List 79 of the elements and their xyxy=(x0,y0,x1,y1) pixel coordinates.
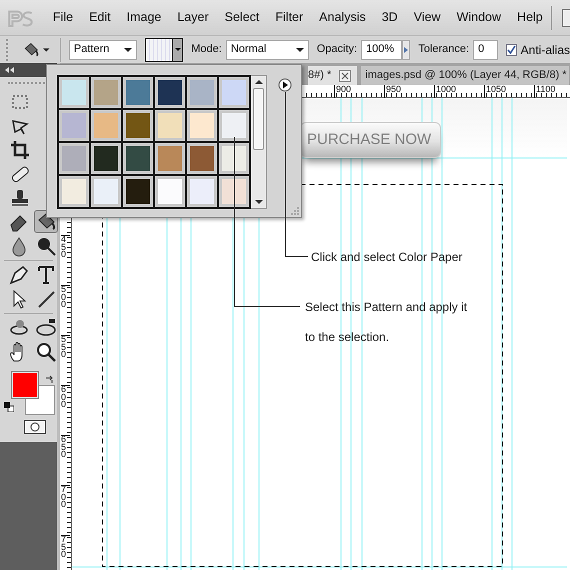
background-color-swatch[interactable] xyxy=(25,385,55,415)
pattern-swatch[interactable] xyxy=(155,77,185,108)
collapse-icon xyxy=(4,67,14,73)
pattern-swatch[interactable] xyxy=(59,143,89,174)
pattern-swatch[interactable] xyxy=(187,143,217,174)
ruler-label: 650 xyxy=(61,435,70,459)
ruler-label: 450 xyxy=(61,235,70,259)
pattern-swatch[interactable] xyxy=(187,176,217,207)
opacity-field[interactable]: 100% xyxy=(361,40,402,60)
annotation-text: Click and select Color Paper xyxy=(311,249,462,266)
pattern-swatch[interactable] xyxy=(187,77,217,108)
caret-icon xyxy=(43,48,50,52)
document-tab[interactable]: images.psd @ 100% (Layer 44, RGB/8) * xyxy=(361,66,569,85)
opacity-label: Opacity: xyxy=(316,42,358,58)
pattern-swatch[interactable] xyxy=(155,143,185,174)
pattern-swatch[interactable] xyxy=(59,110,89,141)
menu-item[interactable]: Window xyxy=(448,8,510,27)
menu-item[interactable]: Analysis xyxy=(311,8,374,27)
tolerance-field[interactable]: 0 xyxy=(473,40,498,60)
pattern-swatch[interactable] xyxy=(219,110,249,141)
menu-item[interactable]: 3D xyxy=(374,8,406,27)
ruler-label: 600 xyxy=(61,385,70,409)
ruler-label: 500 xyxy=(61,285,70,309)
menu-item[interactable]: Select xyxy=(216,8,268,27)
mode-label: Mode: xyxy=(191,42,222,58)
menu-item[interactable]: Image xyxy=(118,8,170,27)
caret-icon xyxy=(296,48,304,52)
annotation-text: Select this Pattern and apply it xyxy=(305,299,468,316)
caret-icon xyxy=(124,48,132,52)
circle-icon xyxy=(30,422,40,432)
menu-item[interactable]: Layer xyxy=(169,8,217,27)
menu-item[interactable]: File xyxy=(44,8,82,27)
menu-item[interactable]: Help xyxy=(509,8,551,27)
pattern-swatch[interactable] xyxy=(219,77,249,108)
pattern-swatch[interactable] xyxy=(123,176,153,207)
pattern-swatch[interactable] xyxy=(219,143,249,174)
menu-item[interactable]: Filter xyxy=(267,8,312,27)
menu-item[interactable]: View xyxy=(406,8,449,27)
menu-item[interactable]: Edit xyxy=(81,8,119,27)
close-icon[interactable] xyxy=(339,70,352,82)
pattern-swatch[interactable] xyxy=(123,110,153,141)
pattern-swatch[interactable] xyxy=(91,77,121,108)
pattern-swatch[interactable] xyxy=(187,110,217,141)
ruler-label: 700 xyxy=(61,485,70,509)
scrollbar[interactable] xyxy=(251,75,267,209)
pattern-swatch[interactable] xyxy=(91,110,121,141)
pattern-swatch[interactable] xyxy=(123,77,153,108)
scroll-down-icon xyxy=(254,200,262,204)
pattern-swatch[interactable] xyxy=(123,143,153,174)
panel-menu-icon[interactable] xyxy=(278,78,292,92)
resize-grip-icon[interactable] xyxy=(291,207,299,215)
mode-dropdown[interactable]: Normal xyxy=(226,40,309,60)
anti-alias-checkbox[interactable] xyxy=(506,44,517,56)
tolerance-label: Tolerance: xyxy=(418,42,470,58)
pattern-swatch[interactable] xyxy=(59,176,89,207)
foreground-color-swatch[interactable] xyxy=(12,372,38,398)
pen-icon[interactable] xyxy=(8,264,30,286)
crop-icon[interactable] xyxy=(9,138,31,160)
pattern-swatch-dropdown[interactable] xyxy=(145,38,184,62)
ruler-label: 550 xyxy=(61,335,70,359)
menu-bar-button[interactable] xyxy=(562,8,570,26)
triangle-icon xyxy=(404,46,408,52)
swap-colors-icon[interactable] xyxy=(44,374,54,384)
pattern-swatch[interactable] xyxy=(91,143,121,174)
fill-source-dropdown[interactable]: Pattern xyxy=(68,40,138,60)
document-tab[interactable]: 8#) * xyxy=(308,66,358,85)
pattern-swatch[interactable] xyxy=(155,176,185,207)
pattern-swatch[interactable] xyxy=(59,77,89,108)
orbit-icon[interactable] xyxy=(34,316,57,338)
pattern-swatch[interactable] xyxy=(91,176,121,207)
caret-icon xyxy=(174,48,181,51)
default-colors-icon[interactable] xyxy=(4,402,14,412)
pattern-swatch[interactable] xyxy=(219,176,249,207)
annotation-text: to the selection. xyxy=(305,329,390,346)
zoom-icon[interactable] xyxy=(34,340,57,362)
ruler-label: 750 xyxy=(61,535,70,559)
quick-mask-button[interactable] xyxy=(24,420,46,434)
pattern-swatch[interactable] xyxy=(155,110,185,141)
anti-alias-label: Anti-alias xyxy=(520,42,570,58)
